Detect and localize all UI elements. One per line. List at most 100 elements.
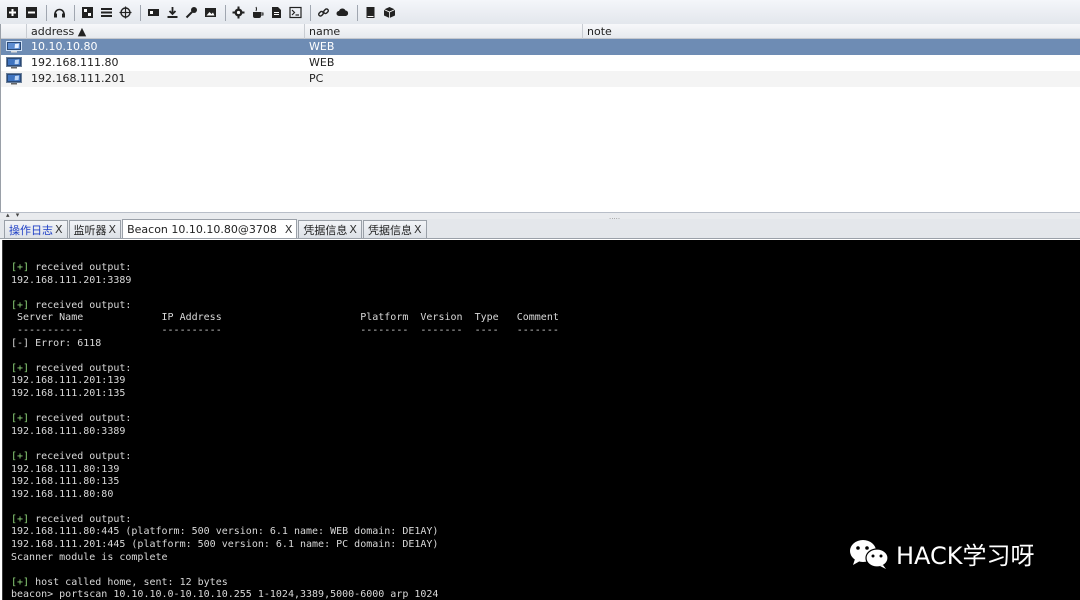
- console-line: [+] received output:: [11, 413, 1071, 426]
- toolbar-separator: [310, 4, 311, 21]
- table-row[interactable]: 192.168.111.201 PC: [1, 71, 1080, 87]
- console-line: Server Name IP Address Platform Version …: [11, 312, 1071, 325]
- tab-label: Beacon 10.10.10.80@3708: [127, 222, 277, 236]
- script-console-icon[interactable]: [287, 4, 304, 21]
- session-table-icon[interactable]: [98, 4, 115, 21]
- tab-close-button[interactable]: X: [285, 223, 293, 236]
- pivot-graph-icon[interactable]: [79, 4, 96, 21]
- status-tag: [+]: [11, 513, 30, 525]
- office-document-icon[interactable]: [268, 4, 285, 21]
- targets-table: address ▲ name note 10.10.10.80 WEB 192.…: [0, 24, 1080, 212]
- console-line-text: 192.168.111.80:135: [11, 476, 120, 488]
- cell-note: [583, 55, 1080, 71]
- console-line-text: beacon> portscan 10.10.10.0-10.10.10.255…: [11, 589, 439, 600]
- cube-icon[interactable]: [381, 4, 398, 21]
- credentials-icon[interactable]: [145, 4, 162, 21]
- console-line: [+] received output:: [11, 514, 1071, 527]
- console-line: 192.168.111.201:3389: [11, 275, 1071, 288]
- console-line-text: Server Name IP Address Platform Version …: [11, 312, 559, 324]
- console-line: [+] received output:: [11, 451, 1071, 464]
- console-tabs: 操作日志 X 监听器 X Beacon 10.10.10.80@3708 X 凭…: [0, 219, 1080, 239]
- book-icon[interactable]: [362, 4, 379, 21]
- table-row[interactable]: 10.10.10.80 WEB: [1, 39, 1080, 55]
- tab-label: 凭据信息: [303, 223, 348, 237]
- tab-credentials[interactable]: 凭据信息 X: [362, 220, 427, 238]
- connect-icon[interactable]: [4, 4, 21, 21]
- tab-label: 凭据信息: [367, 223, 412, 237]
- console-line-text: Scanner module is complete: [11, 551, 168, 563]
- console-line: 192.168.111.80:3389: [11, 426, 1071, 439]
- tab-close-button[interactable]: X: [55, 223, 63, 236]
- toolbar-separator: [357, 4, 358, 21]
- console-line-text: host called home, sent: 12 bytes: [29, 576, 228, 588]
- payload-generator-icon[interactable]: [230, 4, 247, 21]
- wechat-logo-icon: [850, 539, 889, 569]
- console-line-text: 192.168.111.201:135: [11, 387, 126, 399]
- tab-listeners[interactable]: 监听器 X: [68, 220, 122, 238]
- target-table-icon[interactable]: [117, 4, 134, 21]
- column-header-address[interactable]: address ▲: [27, 24, 305, 39]
- console-line-text: ----------- ---------- -------- ------- …: [11, 324, 559, 336]
- link-icon[interactable]: [315, 4, 332, 21]
- java-icon[interactable]: [249, 4, 266, 21]
- cell-note: [583, 39, 1080, 55]
- console-line: [+] received output:: [11, 363, 1071, 376]
- host-windows-icon: [1, 39, 27, 55]
- console-line: 192.168.111.201:139: [11, 375, 1071, 388]
- cell-address: 10.10.10.80: [31, 40, 98, 53]
- cell-name: WEB: [309, 40, 335, 53]
- console-line: beacon> portscan 10.10.10.0-10.10.10.255…: [11, 589, 1071, 600]
- console-line: 192.168.111.80:135: [11, 476, 1071, 489]
- table-row[interactable]: 192.168.111.80 WEB: [1, 55, 1080, 71]
- toolbar-separator: [46, 4, 47, 21]
- console-line-text: received output:: [29, 362, 132, 374]
- splitter-arrows[interactable]: ▴ ▾: [6, 211, 21, 219]
- console-line-text: 192.168.111.201:3389: [11, 274, 132, 286]
- console-line: 192.168.111.80:80: [11, 489, 1071, 502]
- console-line: [+] received output:: [11, 300, 1071, 313]
- status-tag: [+]: [11, 299, 30, 311]
- cell-address: 192.168.111.201: [31, 72, 126, 85]
- panel-splitter[interactable]: ▴ ▾ .....: [0, 211, 1080, 221]
- console-line-text: received output:: [29, 299, 132, 311]
- console-line-text: 192.168.111.201:445 (platform: 500 versi…: [11, 539, 439, 551]
- screenshots-icon[interactable]: [202, 4, 219, 21]
- status-tag: [+]: [11, 413, 30, 425]
- console-line-text: 192.168.111.80:445 (platform: 500 versio…: [11, 526, 439, 538]
- watermark: HACK学习呀: [848, 536, 1035, 571]
- console-line-text: 192.168.111.80:139: [11, 463, 120, 475]
- console-line-text: received output:: [29, 262, 132, 273]
- watermark-text: HACK学习呀: [896, 542, 1035, 570]
- status-tag: [+]: [11, 576, 30, 588]
- tab-event-log[interactable]: 操作日志 X: [4, 220, 68, 238]
- tab-credentials[interactable]: 凭据信息 X: [298, 220, 362, 238]
- console-line-text: received output:: [29, 413, 132, 425]
- disconnect-icon[interactable]: [23, 4, 40, 21]
- keystrokes-icon[interactable]: [183, 4, 200, 21]
- console-line: [-] Error: 6118: [11, 338, 1071, 351]
- host-windows-icon: [1, 71, 27, 87]
- console-line-text: received output:: [29, 450, 132, 462]
- column-header-note[interactable]: note: [583, 24, 1080, 39]
- tab-close-button[interactable]: X: [414, 223, 422, 236]
- console-line-text: 192.168.111.80:3389: [11, 425, 126, 437]
- cloud-icon[interactable]: [334, 4, 351, 21]
- tab-close-button[interactable]: X: [109, 223, 117, 236]
- console-line-text: 192.168.111.80:80: [11, 488, 114, 500]
- cell-address: 192.168.111.80: [31, 56, 119, 69]
- console-line: 192.168.111.201:135: [11, 388, 1071, 401]
- downloads-icon[interactable]: [164, 4, 181, 21]
- tab-close-button[interactable]: X: [349, 223, 357, 236]
- main-toolbar: [0, 0, 1080, 26]
- column-header-name[interactable]: name: [305, 24, 583, 39]
- tab-beacon[interactable]: Beacon 10.10.10.80@3708 X: [122, 219, 298, 238]
- status-tag: [+]: [11, 362, 30, 374]
- column-header-icon[interactable]: [1, 24, 27, 39]
- headset-icon[interactable]: [51, 4, 68, 21]
- cell-name: WEB: [309, 56, 335, 69]
- tab-label: 监听器: [73, 223, 107, 237]
